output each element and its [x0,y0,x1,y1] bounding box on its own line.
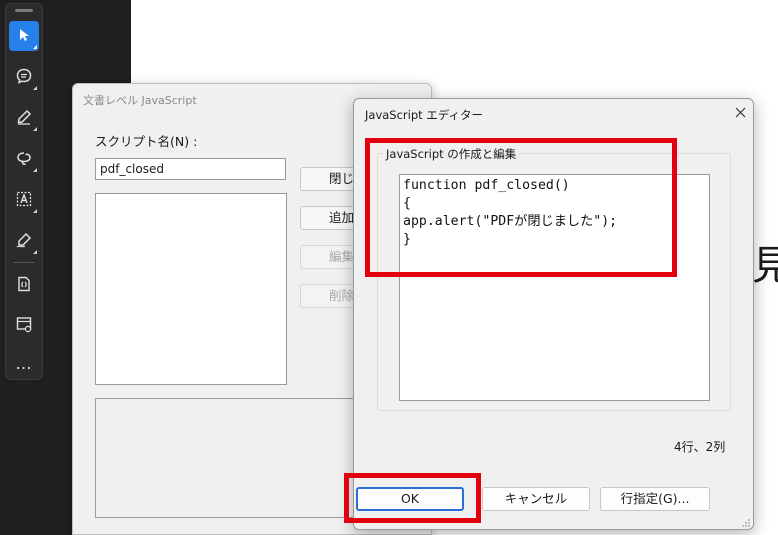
sign-tool-button[interactable] [9,226,39,256]
script-name-label: スクリプト名(N) : [95,134,198,149]
text-box-icon [15,190,33,211]
cursor-position-status: 4行、2列 [674,440,726,454]
signature-pen-icon [15,231,33,252]
freehand-tool-button[interactable] [9,144,39,174]
cursor-arrow-icon [16,27,32,46]
script-name-input[interactable]: pdf_closed [95,158,286,180]
cancel-button[interactable]: キャンセル [482,487,590,511]
select-tool-button[interactable] [9,21,39,51]
page-settings-icon [15,315,33,336]
code-highlight-box [365,138,677,277]
quick-tools-toolbar: … [5,3,43,380]
goto-line-button[interactable]: 行指定(G)... [600,487,710,511]
script-preview-box [95,398,385,518]
more-tools-button[interactable]: … [9,348,39,378]
convert-tool-button[interactable] [9,270,39,300]
toolbar-divider [13,262,35,263]
script-list[interactable] [95,193,287,385]
speech-bubble-icon [15,67,33,88]
toolbar-grip[interactable] [15,9,33,12]
comment-tool-button[interactable] [9,62,39,92]
organize-tool-button[interactable] [9,310,39,340]
close-icon[interactable] [732,104,748,120]
lasso-icon [15,149,33,170]
dialog-title: JavaScript エディター [365,108,483,122]
background-page-text: 見 [752,243,778,289]
draw-tool-button[interactable] [9,103,39,133]
document-convert-icon [15,275,33,296]
pen-icon [15,108,33,129]
dialog-title: 文書レベル JavaScript [83,94,197,107]
more-ellipsis-icon: … [15,353,33,373]
text-tool-button[interactable] [9,185,39,215]
ok-highlight-box [344,473,481,523]
resize-grip-icon[interactable] [741,517,751,527]
